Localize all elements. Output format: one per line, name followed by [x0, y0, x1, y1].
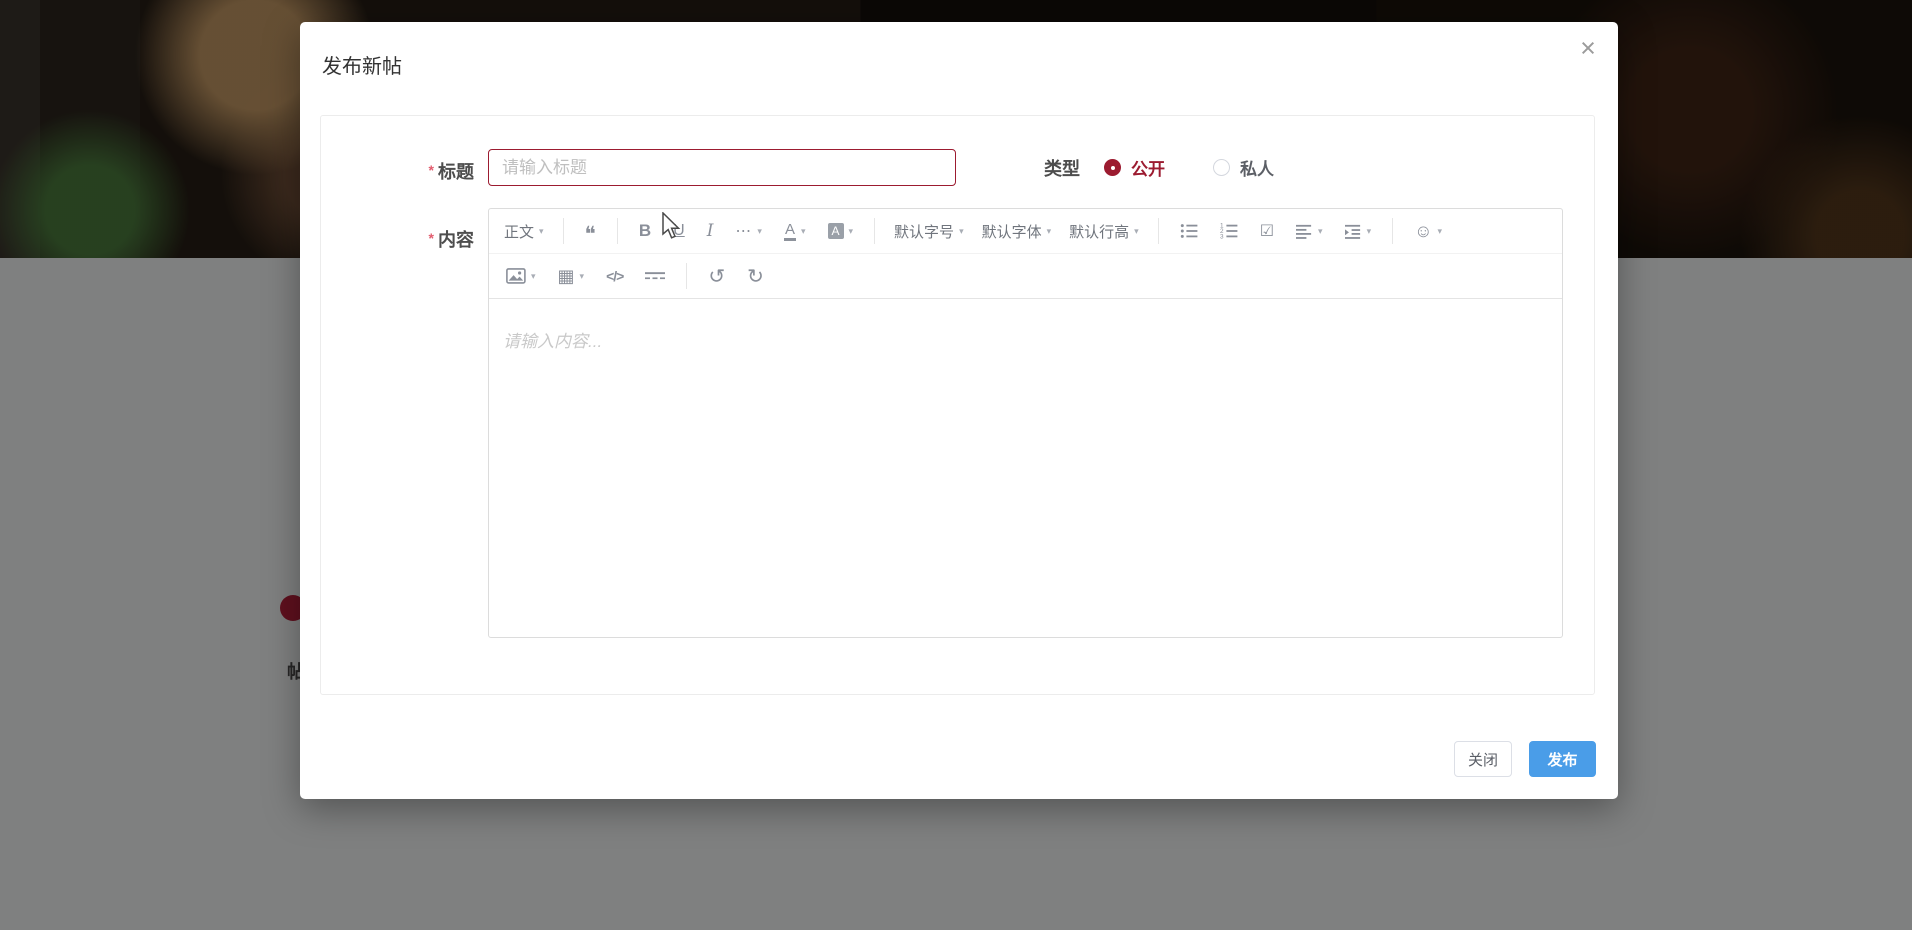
- editor-content-area[interactable]: 请输入内容...: [489, 299, 1562, 638]
- image-icon: [506, 268, 526, 284]
- toolbar-divider: [562, 218, 564, 244]
- chevron-down-icon: ▾: [1046, 225, 1052, 236]
- chevron-down-icon: ▾: [1134, 225, 1139, 236]
- toolbar-divider: [616, 218, 618, 244]
- publish-button[interactable]: 发布: [1529, 741, 1596, 777]
- radio-selected-icon: [1104, 159, 1121, 176]
- bold-button[interactable]: B: [628, 209, 662, 254]
- italic-button[interactable]: I: [696, 209, 725, 254]
- post-form: *标题 类型 公开 私人 *内容 正文: [320, 115, 1595, 695]
- radio-public[interactable]: 公开: [1104, 155, 1165, 180]
- paragraph-style-dropdown[interactable]: 正文 ▾: [495, 209, 553, 254]
- close-button[interactable]: 关闭: [1454, 741, 1512, 777]
- editor-toolbar-row2: ▾ ▦ ▾ </> ↺ ↻: [489, 254, 1562, 299]
- chevron-down-icon: ▾: [848, 225, 854, 236]
- required-asterisk: *: [428, 162, 434, 178]
- required-asterisk: *: [428, 230, 434, 246]
- type-radio-group: 类型 公开 私人: [1044, 149, 1322, 186]
- undo-button[interactable]: ↺: [697, 254, 736, 299]
- mouse-cursor: [662, 212, 681, 239]
- toolbar-divider: [1392, 218, 1394, 244]
- chevron-down-icon: ▾: [757, 225, 762, 236]
- chevron-down-icon: ▾: [531, 270, 536, 281]
- title-field-label: * 标题: [428, 162, 474, 182]
- close-icon[interactable]: ×: [1570, 30, 1606, 66]
- horizontal-rule-icon: [645, 272, 666, 280]
- chevron-down-icon: ▾: [1318, 225, 1323, 236]
- editor-toolbar-row1: 正文 ▾ ❝ B U I ⋯ ▾ A ▾ A ▾ 默认字号 ▾ 默认字体 ▾ 默认行高 ▾: [489, 209, 1562, 254]
- radio-private[interactable]: 私人: [1213, 155, 1274, 180]
- screen: 帖 帖子标题5 (发布人：用户名5) 2025-03-25 16:01:55 发…: [0, 0, 1912, 930]
- bullet-list-button[interactable]: [1169, 209, 1209, 254]
- chevron-down-icon: ▾: [1366, 225, 1372, 236]
- insert-table-dropdown[interactable]: ▦ ▾: [547, 254, 596, 299]
- toolbar-divider: [686, 263, 688, 289]
- code-block-button[interactable]: </>: [595, 254, 634, 299]
- indent-dropdown[interactable]: ▾: [1334, 209, 1383, 254]
- svg-text:3: 3: [1220, 233, 1224, 240]
- chevron-down-icon: ▾: [579, 270, 585, 281]
- radio-private-label: 私人: [1240, 160, 1274, 179]
- chevron-down-icon: ▾: [959, 225, 964, 236]
- align-dropdown[interactable]: ▾: [1285, 209, 1334, 254]
- title-input[interactable]: [488, 149, 956, 186]
- indent-icon: [1344, 224, 1360, 239]
- new-post-modal: 发布新帖 × *标题 类型 公开 私人 *内容: [300, 22, 1618, 799]
- font-family-dropdown[interactable]: 默认字体 ▾: [973, 209, 1061, 254]
- rich-text-editor: 正文 ▾ ❝ B U I ⋯ ▾ A ▾ A ▾ 默认字号 ▾ 默认字体 ▾ 默认行高 ▾: [488, 208, 1563, 638]
- toolbar-divider: [874, 218, 876, 244]
- editor-placeholder: 请输入内容...: [503, 332, 603, 351]
- toolbar-divider: [1157, 218, 1159, 244]
- font-color-dropdown[interactable]: A ▾: [773, 209, 817, 254]
- modal-title: 发布新帖: [322, 56, 402, 78]
- font-size-dropdown[interactable]: 默认字号 ▾: [885, 209, 973, 254]
- bullet-list-icon: [1180, 224, 1198, 238]
- ordered-list-button[interactable]: 123: [1209, 209, 1249, 254]
- chevron-down-icon: ▾: [539, 225, 544, 236]
- blockquote-button[interactable]: ❝: [574, 209, 607, 254]
- content-field-label: * 内容: [428, 230, 474, 250]
- emoji-dropdown[interactable]: ☺ ▾: [1403, 209, 1453, 254]
- horizontal-rule-button[interactable]: [634, 254, 676, 299]
- radio-public-label: 公开: [1131, 160, 1165, 179]
- insert-image-dropdown[interactable]: ▾: [495, 254, 547, 299]
- radio-unselected-icon: [1213, 159, 1230, 176]
- redo-button[interactable]: ↻: [736, 254, 775, 299]
- align-icon: [1296, 224, 1312, 239]
- more-formats-dropdown[interactable]: ⋯ ▾: [724, 209, 773, 254]
- chevron-down-icon: ▾: [800, 225, 806, 236]
- background-color-dropdown[interactable]: A ▾: [817, 209, 865, 254]
- chevron-down-icon: ▾: [1437, 225, 1443, 236]
- line-height-dropdown[interactable]: 默认行高 ▾: [1060, 209, 1148, 254]
- type-field-label: 类型: [1044, 158, 1080, 179]
- ordered-list-icon: 123: [1220, 223, 1238, 240]
- task-list-button[interactable]: ☑: [1249, 209, 1285, 254]
